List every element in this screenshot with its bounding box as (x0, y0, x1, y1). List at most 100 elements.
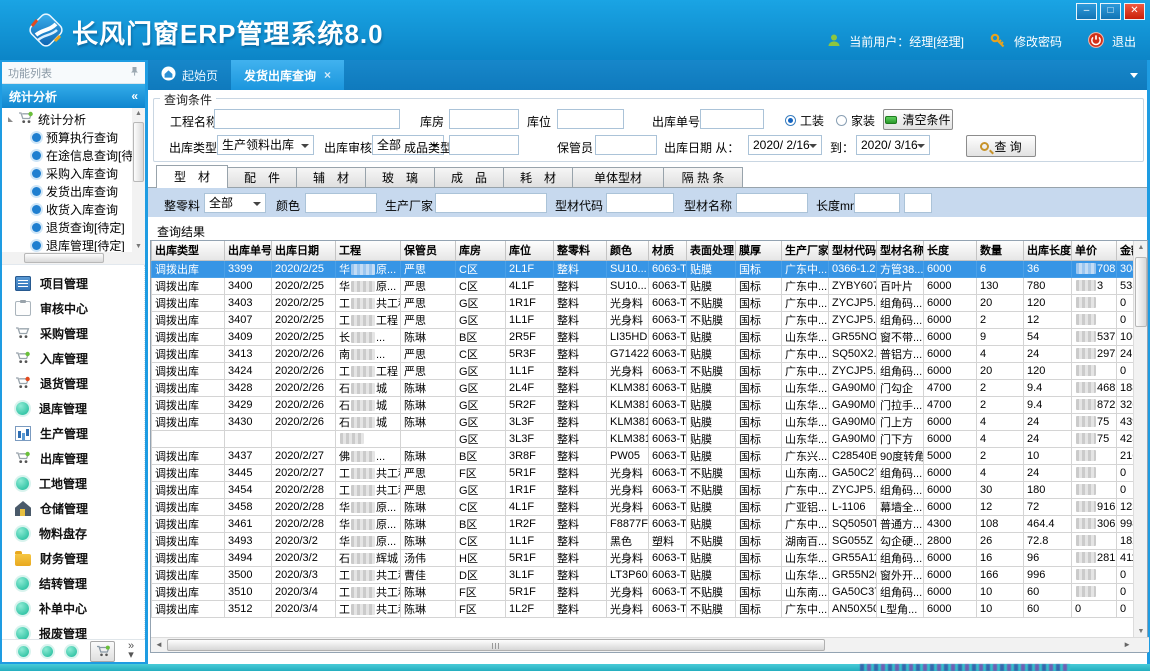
table-row[interactable]: 调拨出库34932020/3/2华原...陈琳C区1L1F整料黑色塑料不贴膜国标… (152, 532, 1136, 549)
tree-item-退库管理[待定][interactable]: 退库管理[待定] (2, 236, 132, 252)
tree-root[interactable]: 统计分析 (2, 110, 132, 128)
tab-起始页[interactable]: 起始页 (148, 60, 231, 90)
date-from-picker[interactable]: 2020/ 2/16 (748, 135, 822, 155)
column-header-材质[interactable]: 材质 (649, 241, 687, 260)
product-type-input[interactable] (449, 135, 519, 155)
tab-发货出库查询[interactable]: 发货出库查询× (231, 60, 344, 90)
location-input[interactable] (557, 109, 624, 129)
table-row[interactable]: 调拨出库34242020/2/26工工程严思G区1L1F整料光身料6063-T5… (152, 362, 1136, 379)
warehouse-input[interactable] (449, 109, 519, 129)
scroll-up-icon[interactable]: ▲ (1134, 244, 1148, 251)
table-row[interactable]: 调拨出库34092020/2/25长...陈琳B区2R5F整料LI35HD606… (152, 328, 1136, 345)
column-header-保管员[interactable]: 保管员 (401, 241, 456, 260)
material-tab-耗材[interactable]: 耗 材 (503, 167, 573, 188)
tree-horizontal-scrollbar[interactable] (2, 252, 145, 264)
grid-horizontal-scrollbar[interactable]: ◄ ► (151, 637, 1149, 652)
maximize-button[interactable]: □ (1100, 3, 1121, 20)
profile-code-input[interactable] (606, 193, 674, 213)
collapse-icon[interactable]: « (131, 89, 138, 103)
close-button[interactable]: ✕ (1124, 3, 1145, 20)
table-row[interactable]: 调拨出库34942020/3/2石辉城汤伟H区5R1F整料光身料6063-T5贴… (152, 549, 1136, 566)
table-row[interactable]: 调拨出库34032020/2/25工共工程严思G区1R1F整料光身料6063-T… (152, 294, 1136, 311)
tree-item-预算执行查询[interactable]: 预算执行查询 (2, 128, 132, 146)
table-row[interactable]: 调拨出库34132020/2/26南...严思C区5R3F整料G71422606… (152, 345, 1136, 362)
scroll-left-icon[interactable]: ◄ (155, 640, 163, 649)
table-row[interactable]: 调拨出库34292020/2/26石城陈琳G区5R2F整料KLM38176063… (152, 396, 1136, 413)
more-chevron[interactable]: »▾ (128, 642, 134, 660)
sidebar-item-入库管理[interactable]: 入库管理 (2, 346, 144, 371)
material-tab-隔热条[interactable]: 隔 热 条 (663, 167, 743, 188)
sidebar-item-仓储管理[interactable]: 仓储管理 (2, 496, 144, 521)
material-tab-单体型材[interactable]: 单体型材 (572, 167, 664, 188)
sidebar-item-报废管理[interactable]: 报废管理 (2, 621, 144, 639)
column-header-型材名称[interactable]: 型材名称 (877, 241, 924, 260)
pin-icon[interactable] (130, 66, 139, 79)
sidebar-item-生产管理[interactable]: 生产管理 (2, 421, 144, 446)
order-no-input[interactable] (700, 109, 764, 129)
module-dot-icon[interactable] (42, 646, 53, 657)
tree-item-在途信息查询[待[interactable]: 在途信息查询[待 (2, 146, 132, 164)
sidebar-item-项目管理[interactable]: 项目管理 (2, 271, 144, 296)
tree-item-发货出库查询[interactable]: 发货出库查询 (2, 182, 132, 200)
close-tab-icon[interactable]: × (324, 68, 331, 82)
material-tab-配件[interactable]: 配 件 (227, 167, 297, 188)
tree-vertical-scrollbar[interactable]: ▲ ▼ (132, 108, 145, 252)
sidebar-item-采购管理[interactable]: 采购管理 (2, 321, 144, 346)
search-button[interactable]: 查 询 (966, 135, 1036, 157)
sidebar-item-物料盘存[interactable]: 物料盘存 (2, 521, 144, 546)
table-row[interactable]: 调拨出库34302020/2/26石城陈琳G区3L3F整料KLM38176063… (152, 413, 1136, 430)
length-input-2[interactable] (904, 193, 932, 213)
column-header-库房[interactable]: 库房 (456, 241, 506, 260)
minimize-button[interactable]: – (1076, 3, 1097, 20)
column-header-出库单号[interactable]: 出库单号 (225, 241, 272, 260)
out-type-select[interactable]: 生产领料出库 (217, 135, 314, 155)
module-dot-icon[interactable] (66, 646, 77, 657)
material-tab-型材[interactable]: 型 材 (156, 165, 228, 188)
profile-name-input[interactable] (736, 193, 808, 213)
column-header-膜厚[interactable]: 膜厚 (736, 241, 782, 260)
whole-part-select[interactable]: 全部 (204, 193, 266, 213)
table-row[interactable]: 调拨出库33992020/2/25华原...严思C区2L1F整料SU10...6… (152, 260, 1136, 277)
scroll-down-icon[interactable]: ▼ (1134, 628, 1148, 635)
table-row[interactable]: 调拨出库34612020/2/28华原...陈琳B区1R2F整料F8877FT6… (152, 515, 1136, 532)
tree-item-退货查询[待定][interactable]: 退货查询[待定] (2, 218, 132, 236)
logout-link[interactable]: 退出 (1112, 33, 1136, 50)
material-tab-辅材[interactable]: 辅 材 (296, 167, 366, 188)
column-header-单价[interactable]: 单价 (1072, 241, 1117, 260)
scroll-right-icon[interactable]: ► (1123, 640, 1131, 649)
section-header-statistics[interactable]: 统计分析 « (2, 84, 145, 108)
column-header-型材代码[interactable]: 型材代码 (829, 241, 877, 260)
material-tab-成品[interactable]: 成 品 (434, 167, 504, 188)
sidebar-item-结转管理[interactable]: 结转管理 (2, 571, 144, 596)
sidebar-item-出库管理[interactable]: 出库管理 (2, 446, 144, 471)
table-row[interactable]: 调拨出库35002020/3/3工共工程曹佳D区3L1F整料LT3P606063… (152, 566, 1136, 583)
module-dot-icon[interactable] (18, 646, 29, 657)
column-header-出库长度[interactable]: 出库长度 (1024, 241, 1072, 260)
tree-item-采购入库查询[interactable]: 采购入库查询 (2, 164, 132, 182)
table-row[interactable]: 调拨出库35102020/3/4工共工程陈琳F区5R1F整料光身料6063-T5… (152, 583, 1136, 600)
table-row[interactable]: 调拨出库34542020/2/28工共工程严思G区1R1F整料光身料6063-T… (152, 481, 1136, 498)
sidebar-item-审核中心[interactable]: 审核中心 (2, 296, 144, 321)
column-header-长度[interactable]: 长度 (924, 241, 977, 260)
length-input[interactable] (854, 193, 900, 213)
scroll-down-icon[interactable]: ▼ (132, 243, 145, 250)
table-row[interactable]: 调拨出库35122020/3/4工共工程陈琳F区1L2F整料光身料6063-T5… (152, 600, 1136, 617)
column-header-颜色[interactable]: 颜色 (607, 241, 649, 260)
cart-module-button[interactable] (90, 641, 115, 662)
column-header-表面处理[interactable]: 表面处理 (687, 241, 736, 260)
change-password-link[interactable]: 修改密码 (1014, 33, 1062, 50)
clear-conditions-button[interactable]: 清空条件 (883, 109, 953, 130)
column-header-生产厂家[interactable]: 生产厂家 (782, 241, 829, 260)
expander-icon[interactable] (8, 117, 13, 122)
column-header-整零料[interactable]: 整零料 (554, 241, 607, 260)
tree-item-收货入库查询[interactable]: 收货入库查询 (2, 200, 132, 218)
project-name-input[interactable] (214, 109, 400, 129)
column-header-数量[interactable]: 数量 (977, 241, 1024, 260)
color-input[interactable] (305, 193, 377, 213)
keeper-input[interactable] (595, 135, 657, 155)
sidebar-item-财务管理[interactable]: 财务管理 (2, 546, 144, 571)
table-row[interactable]: 调拨出库34002020/2/25华原...严思C区4L1F整料SU10...6… (152, 277, 1136, 294)
scroll-up-icon[interactable]: ▲ (132, 110, 145, 117)
sidebar-item-工地管理[interactable]: 工地管理 (2, 471, 144, 496)
table-row[interactable]: 调拨出库34582020/2/28华原...陈琳C区4L1F整料光身料6063-… (152, 498, 1136, 515)
